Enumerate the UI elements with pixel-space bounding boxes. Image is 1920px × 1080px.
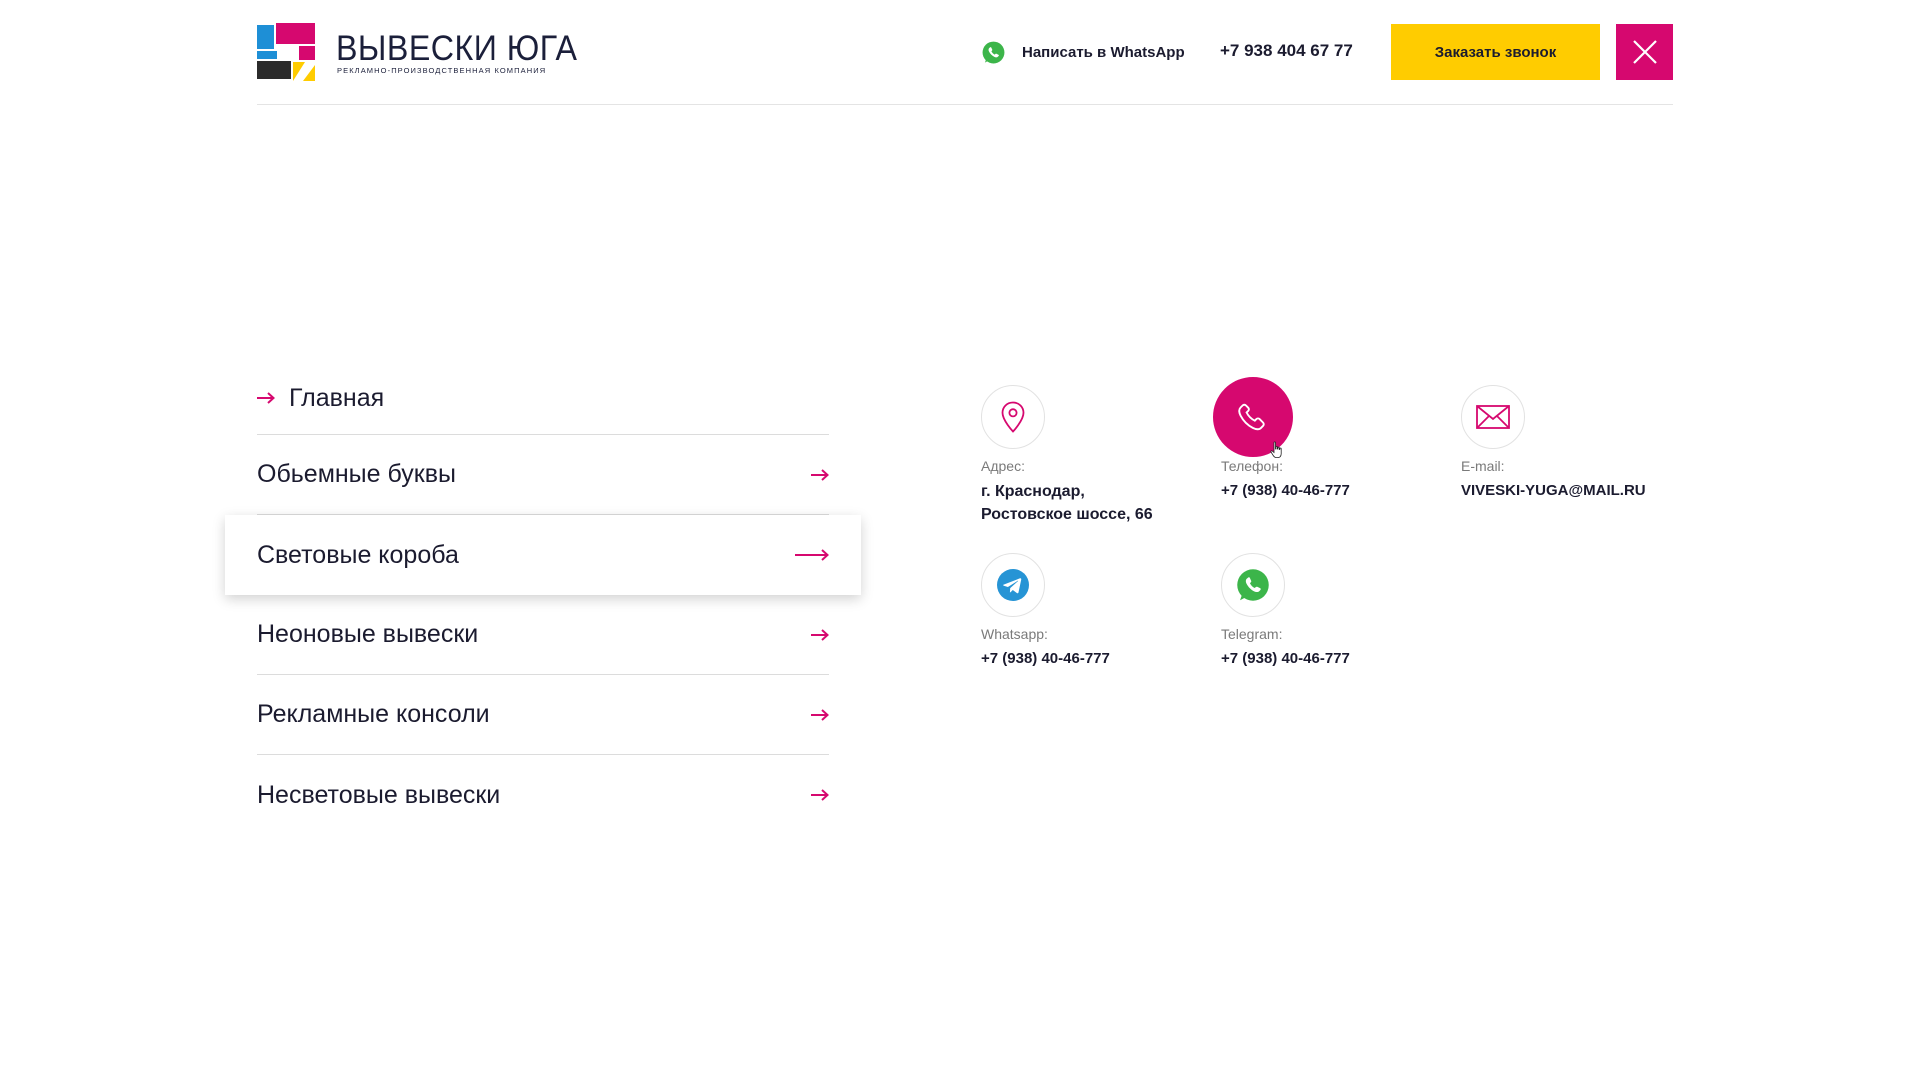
- close-icon: [1632, 40, 1657, 64]
- whatsapp-link-label: Написать в WhatsApp: [1022, 43, 1185, 61]
- arrow-right-icon: [257, 392, 275, 404]
- logo-title: ВЫВЕСКИ ЮГА: [336, 29, 578, 68]
- whatsapp-value-link[interactable]: +7 (938) 40-46-777: [981, 648, 1221, 670]
- contact-phone: Телефон: +7 (938) 40-46-777: [1213, 377, 1461, 502]
- arrow-right-icon: [811, 789, 829, 801]
- arrow-right-icon: [811, 628, 829, 641]
- arrow-right-long-icon: [795, 549, 829, 561]
- menu-item-volume-letters[interactable]: Обьемные буквы: [257, 435, 829, 515]
- menu-item-label: Световые короба: [257, 540, 459, 569]
- contacts-block: Адрес: г. Краснодар, Ростовское шоссе, 6…: [981, 377, 1681, 705]
- contact-telegram: Telegram: +7 (938) 40-46-777: [1221, 553, 1461, 670]
- email-value-link[interactable]: VIVESKI-YUGA@MAIL.RU: [1461, 480, 1701, 502]
- page: ВЫВЕСКИ ЮГА рекламно-производственная ко…: [0, 0, 1920, 1080]
- whatsapp-icon: [1237, 569, 1269, 601]
- menu-item-non-lit-signs[interactable]: Несветовые вывески: [257, 755, 829, 835]
- whatsapp-icon: [982, 41, 1005, 63]
- arrow-right-icon: [811, 708, 829, 721]
- email-label: E-mail:: [1461, 458, 1505, 474]
- menu-item-label: Главная: [289, 383, 385, 412]
- arrow-right-icon: [811, 468, 829, 481]
- menu-item-home[interactable]: Главная: [257, 362, 829, 435]
- address-value: г. Краснодар, Ростовское шоссе, 66: [981, 480, 1221, 526]
- logo[interactable]: ВЫВЕСКИ ЮГА рекламно-производственная ко…: [257, 23, 577, 81]
- menu-item-label: Обьемные буквы: [257, 460, 456, 488]
- logo-subtitle: рекламно-производственная компания: [337, 66, 547, 75]
- whatsapp-icon-button[interactable]: [1221, 553, 1285, 617]
- menu-item-neon-signs[interactable]: Неоновые вывески: [257, 595, 829, 675]
- header-phone-link[interactable]: +7 938 404 67 77: [1220, 41, 1353, 61]
- main-menu: Главная Обьемные буквы Световые короба Н…: [225, 362, 861, 835]
- address-line-2: Ростовское шоссе, 66: [981, 506, 1153, 524]
- menu-item-ad-consoles[interactable]: Рекламные консоли: [257, 675, 829, 755]
- contact-address: Адрес: г. Краснодар, Ростовское шоссе, 6…: [981, 385, 1221, 526]
- menu-item-label: Рекламные консоли: [257, 700, 490, 728]
- logo-mark-icon: [257, 23, 315, 81]
- telegram-icon: [997, 569, 1029, 601]
- hand-cursor-icon: [1270, 441, 1282, 458]
- whatsapp-link[interactable]: Написать в WhatsApp: [981, 38, 1185, 66]
- whatsapp-label: Whatsapp:: [981, 626, 1048, 642]
- phone-label: Телефон:: [1221, 458, 1283, 474]
- close-menu-button[interactable]: [1616, 24, 1673, 80]
- menu-item-label: Неоновые вывески: [257, 620, 479, 648]
- contact-whatsapp: Whatsapp: +7 (938) 40-46-777: [981, 553, 1221, 670]
- email-icon-button[interactable]: [1461, 385, 1525, 449]
- phone-icon: [1238, 403, 1265, 431]
- mail-icon: [1476, 405, 1510, 429]
- site-header: ВЫВЕСКИ ЮГА рекламно-производственная ко…: [257, 0, 1673, 105]
- telegram-label: Telegram:: [1221, 626, 1283, 642]
- map-pin-icon: [1001, 401, 1025, 433]
- address-icon-button[interactable]: [981, 385, 1045, 449]
- telegram-icon-button[interactable]: [981, 553, 1045, 617]
- callback-button[interactable]: Заказать звонок: [1391, 24, 1600, 80]
- menu-item-light-boxes[interactable]: Световые короба: [225, 515, 861, 595]
- phone-value-link[interactable]: +7 (938) 40-46-777: [1221, 480, 1461, 502]
- contact-email: E-mail: VIVESKI-YUGA@MAIL.RU: [1461, 385, 1701, 502]
- address-line-1: г. Краснодар,: [981, 483, 1085, 500]
- address-label: Адрес:: [981, 458, 1025, 474]
- menu-item-label: Несветовые вывески: [257, 780, 501, 809]
- telegram-value-link[interactable]: +7 (938) 40-46-777: [1221, 648, 1461, 670]
